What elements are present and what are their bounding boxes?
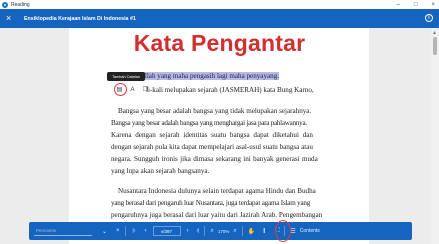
- search-placeholder: Pencarian: [36, 228, 57, 233]
- reader-toolbar: Pencarian ⌄ × |‹ ‹ v/397 › ›| ⌕ 170% ⌕ ✋…: [29, 222, 412, 240]
- text-style-icon[interactable]: A: [128, 85, 137, 94]
- contents-icon[interactable]: ☰: [290, 222, 295, 240]
- next-page-icon[interactable]: ›: [187, 222, 189, 240]
- toolbar-divider: [241, 226, 243, 236]
- body-line-4: Karena dengan sejarah identitas suatu ba…: [111, 131, 313, 139]
- body-line-6: negara. Sungguh ironis jika dimasa sekar…: [111, 155, 318, 163]
- zoom-level[interactable]: 170%: [218, 222, 230, 240]
- contents-button[interactable]: Contents: [300, 222, 320, 240]
- title-bar: ● Reading – □ ×: [0, 0, 439, 9]
- prev-page-icon[interactable]: ‹: [145, 222, 147, 240]
- last-page-icon[interactable]: ›|: [197, 222, 200, 240]
- tooltip: Tambah Catatan: [107, 72, 145, 81]
- book-title: Ensiklopedia Kerajaan Islam Di Indonesia…: [24, 15, 136, 22]
- page-number-value: v/397: [161, 228, 173, 234]
- page-heading: Kata Pengantar: [133, 30, 306, 56]
- clear-search-icon[interactable]: ×: [116, 222, 120, 240]
- close-reader-icon[interactable]: ×: [6, 14, 16, 23]
- body-line-2: Bangsa yang besar adalah bangsa yang tid…: [118, 107, 312, 115]
- body-line-7: yang lupa akan sejarah bangsanya.: [111, 167, 210, 175]
- highlight-circle: [114, 83, 127, 96]
- zoom-out-icon[interactable]: ⌕: [210, 222, 213, 240]
- window-controls: – □ ×: [397, 0, 435, 9]
- text-select-icon[interactable]: I: [263, 222, 265, 240]
- body-line-3: Bangsa yang besar adalah bangsa yang men…: [111, 119, 307, 127]
- app-icon: ●: [2, 1, 8, 8]
- vertical-scrollbar[interactable]: ▲: [431, 28, 439, 244]
- dropdown-icon[interactable]: ⌄: [102, 222, 107, 240]
- app-title: Reading: [11, 1, 30, 8]
- maximize-icon[interactable]: □: [414, 2, 418, 8]
- body-line-10: pengaruhnya juga berasal dari luar yaitu…: [111, 211, 323, 219]
- zoom-in-icon[interactable]: ⌕: [233, 222, 236, 240]
- page-number-input[interactable]: v/397: [152, 226, 181, 236]
- window-close-icon[interactable]: ×: [431, 2, 435, 8]
- body-line-5: dengan sejarah pula kita dapat mempelaja…: [111, 143, 313, 151]
- minimize-icon[interactable]: –: [397, 2, 400, 8]
- toolbar-divider: [124, 226, 126, 236]
- search-field[interactable]: Pencarian: [34, 226, 92, 236]
- first-page-icon[interactable]: |‹: [133, 222, 136, 240]
- app-header: × Ensiklopedia Kerajaan Islam Di Indones…: [0, 9, 439, 28]
- highlight-selection[interactable]: nama Allah yang maha pengasih lagi maha …: [123, 72, 280, 80]
- highlighted-text[interactable]: nama Allah yang maha pengasih lagi maha …: [123, 72, 280, 81]
- body-line-8: Nusantara Indonesia dulunya selain terda…: [118, 187, 316, 195]
- body-line-1: li-kali melupakan sejarah (JASMERAH) kat…: [146, 86, 314, 94]
- highlight-circle: [275, 220, 291, 242]
- info-icon[interactable]: i: [425, 14, 433, 22]
- hand-tool-icon[interactable]: ✋: [248, 222, 255, 240]
- body-line-9: yang berasal dari pengaruh luar Nusantar…: [111, 199, 311, 207]
- toolbar-divider: [204, 226, 206, 236]
